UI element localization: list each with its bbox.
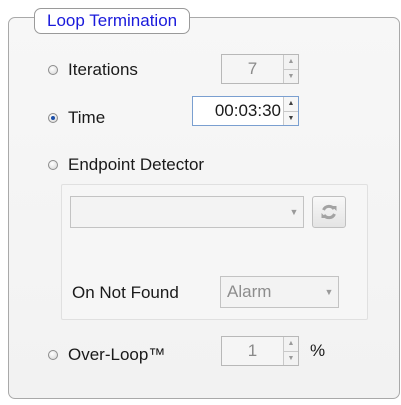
over-loop-stepper: 1 ▲ ▼ bbox=[221, 336, 299, 366]
over-loop-label: Over-Loop™ bbox=[68, 345, 166, 364]
on-not-found-value: Alarm bbox=[227, 282, 272, 301]
spin-up-icon: ▲ bbox=[284, 337, 298, 351]
time-label: Time bbox=[68, 108, 106, 127]
spin-up-icon[interactable]: ▲ bbox=[284, 97, 298, 111]
over-loop-value: 1 bbox=[247, 341, 258, 360]
over-loop-option[interactable]: Over-Loop™ bbox=[48, 345, 165, 365]
spin-down-icon: ▼ bbox=[284, 350, 298, 365]
iterations-option[interactable]: Iterations bbox=[48, 60, 138, 80]
group-title: Loop Termination bbox=[34, 8, 191, 34]
over-loop-unit: % bbox=[310, 341, 326, 360]
refresh-icon bbox=[321, 204, 337, 220]
endpoint-detector-label: Endpoint Detector bbox=[68, 155, 205, 174]
iterations-label: Iterations bbox=[68, 60, 138, 79]
endpoint-detector-option[interactable]: Endpoint Detector bbox=[48, 155, 204, 175]
chevron-down-icon: ▼ bbox=[324, 287, 334, 297]
iterations-value: 7 bbox=[247, 59, 258, 78]
iterations-stepper: 7 ▲ ▼ bbox=[221, 54, 299, 84]
time-radio[interactable] bbox=[48, 113, 58, 123]
iterations-radio[interactable] bbox=[48, 65, 58, 75]
on-not-found-dropdown: Alarm ▼ bbox=[220, 276, 339, 308]
spin-down-icon[interactable]: ▼ bbox=[284, 110, 298, 125]
endpoint-detector-radio[interactable] bbox=[48, 160, 58, 170]
time-value[interactable]: 00:03:30 bbox=[193, 97, 283, 125]
time-option[interactable]: Time bbox=[48, 108, 105, 128]
on-not-found-label: On Not Found bbox=[72, 283, 179, 302]
chevron-down-icon: ▼ bbox=[289, 207, 299, 217]
detector-dropdown: ▼ bbox=[70, 196, 304, 228]
spin-down-icon: ▼ bbox=[284, 68, 298, 83]
time-stepper[interactable]: 00:03:30 ▲ ▼ bbox=[192, 96, 299, 126]
spin-up-icon: ▲ bbox=[284, 55, 298, 69]
refresh-button bbox=[312, 196, 346, 228]
over-loop-radio[interactable] bbox=[48, 350, 58, 360]
